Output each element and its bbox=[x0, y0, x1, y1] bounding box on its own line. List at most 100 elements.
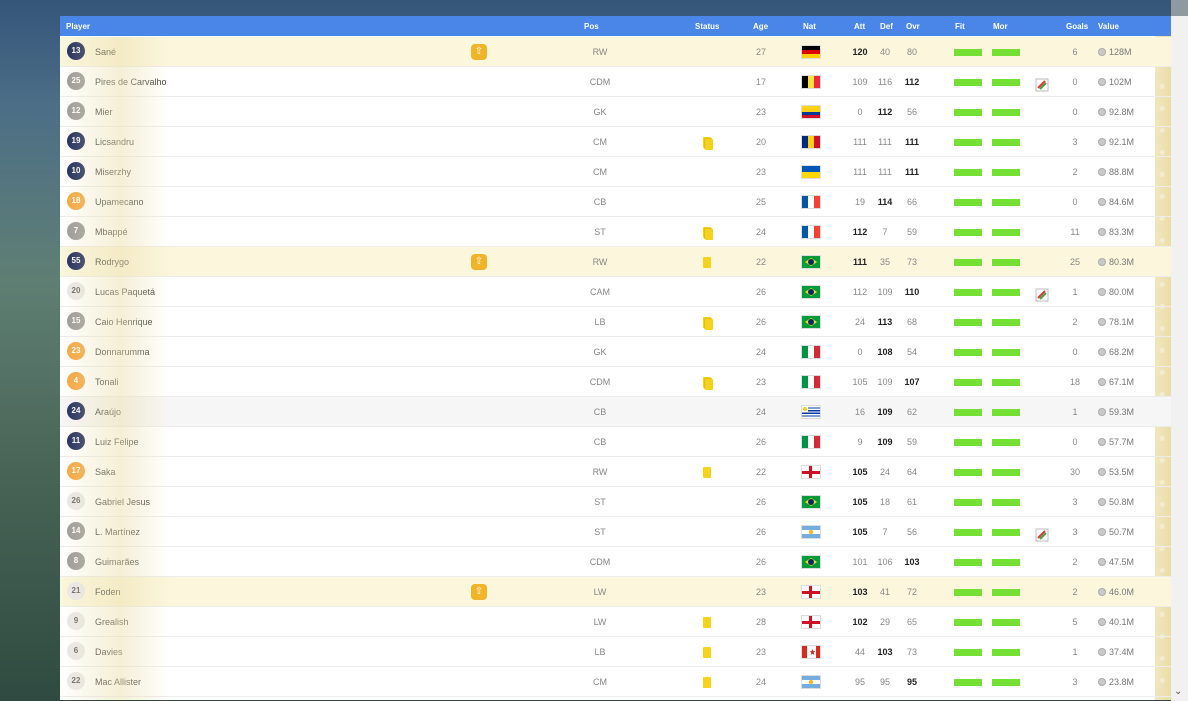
header-value[interactable]: Value bbox=[1098, 22, 1119, 31]
transfer-icon[interactable] bbox=[1035, 74, 1049, 92]
table-row[interactable]: 23 Donnarumma GK 24 0 108 54 0 68.2M bbox=[60, 337, 1171, 367]
player-name[interactable]: Licsandru bbox=[95, 127, 134, 157]
player-name[interactable]: Miserzhy bbox=[95, 157, 131, 187]
player-att: 105 bbox=[852, 377, 868, 387]
shield-up-icon[interactable]: ⇧ bbox=[471, 44, 487, 60]
table-row[interactable]: 20 Lucas Paquetá CAM 26 112 109 110 1 80.0M bbox=[60, 277, 1171, 307]
player-def: 95 bbox=[879, 677, 890, 687]
player-name[interactable]: Davies bbox=[95, 637, 123, 667]
player-name[interactable]: Saka bbox=[95, 457, 116, 487]
shirt-number: 25 bbox=[67, 72, 85, 90]
player-age: 17 bbox=[755, 77, 766, 87]
player-status bbox=[693, 277, 723, 307]
player-name[interactable]: Luiz Felipe bbox=[95, 427, 139, 457]
fitness-bar bbox=[954, 379, 982, 386]
nationality-flag-icon bbox=[801, 555, 821, 569]
table-row[interactable]: 55 Rodrygo ⇧ RW 22 111 35 73 25 80.3M bbox=[60, 247, 1171, 277]
player-value: 47.5M bbox=[1098, 547, 1134, 577]
table-row[interactable]: 4 Tonali CDM 23 105 109 107 18 67.1M bbox=[60, 367, 1171, 397]
player-name[interactable]: Araújo bbox=[95, 397, 121, 427]
player-name[interactable]: Pires de Carvalho bbox=[95, 67, 167, 97]
player-name[interactable]: Mbappé bbox=[95, 217, 128, 247]
scrollbar[interactable] bbox=[1171, 16, 1188, 701]
transfer-icon[interactable] bbox=[1035, 524, 1049, 542]
table-row[interactable]: 9 Grealish LW 28 102 29 65 5 40.1M bbox=[60, 607, 1171, 637]
chevron-down-icon[interactable]: ⌄ bbox=[1174, 686, 1182, 697]
yellow-cards-icon bbox=[703, 317, 713, 330]
table-row[interactable]: 12 Mier GK 23 0 112 56 0 92.8M bbox=[60, 97, 1171, 127]
player-name[interactable]: Grealish bbox=[95, 607, 129, 637]
player-list: 13 Sané ⇧ RW 27 120 40 80 6 128M 25 Pires de Carval… bbox=[60, 37, 1171, 697]
player-name[interactable]: Rodrygo bbox=[95, 247, 129, 277]
player-goals: 0 bbox=[1072, 197, 1078, 207]
header-att[interactable]: Att bbox=[854, 22, 865, 31]
value-text: 47.5M bbox=[1109, 557, 1135, 567]
value-text: 46.0M bbox=[1109, 587, 1135, 597]
morale-bar bbox=[992, 259, 1020, 266]
player-value: 128M bbox=[1098, 37, 1132, 67]
nationality-flag-icon bbox=[801, 615, 821, 629]
coin-icon bbox=[1098, 438, 1106, 446]
table-row[interactable]: 13 Sané ⇧ RW 27 120 40 80 6 128M bbox=[60, 37, 1171, 67]
shirt-number: 4 bbox=[67, 372, 85, 390]
player-name[interactable]: Mier bbox=[95, 97, 113, 127]
player-goals: 3 bbox=[1072, 527, 1078, 537]
header-age[interactable]: Age bbox=[753, 22, 768, 31]
header-ovr[interactable]: Ovr bbox=[906, 22, 920, 31]
table-row[interactable]: 11 Luiz Felipe CB 26 9 109 59 0 57.7M bbox=[60, 427, 1171, 457]
player-name[interactable]: Guimarães bbox=[95, 547, 139, 577]
player-ovr: 66 bbox=[906, 197, 917, 207]
value-text: 80.3M bbox=[1109, 257, 1135, 267]
header-fit[interactable]: Fit bbox=[955, 22, 965, 31]
player-name[interactable]: L. Martínez bbox=[95, 517, 140, 547]
table-row[interactable]: 24 Araújo CB 24 16 109 62 1 59.3M bbox=[60, 397, 1171, 427]
morale-bar bbox=[992, 409, 1020, 416]
transfer-icon[interactable] bbox=[1035, 284, 1049, 302]
header-status[interactable]: Status bbox=[695, 22, 719, 31]
player-age: 26 bbox=[755, 437, 766, 447]
header-def[interactable]: Def bbox=[880, 22, 893, 31]
player-status bbox=[693, 307, 723, 337]
player-name[interactable]: Foden bbox=[95, 577, 121, 607]
coin-icon bbox=[1098, 408, 1106, 416]
player-position: ST bbox=[594, 527, 606, 537]
table-row[interactable]: 25 Pires de Carvalho CDM 17 109 116 112 0 102M bbox=[60, 67, 1171, 97]
shield-up-icon[interactable]: ⇧ bbox=[471, 584, 487, 600]
player-value: 37.4M bbox=[1098, 637, 1134, 667]
shield-up-icon[interactable]: ⇧ bbox=[471, 254, 487, 270]
player-position: RW bbox=[592, 257, 608, 267]
table-row[interactable]: 15 Caio Henrique LB 26 24 113 68 2 78.1M bbox=[60, 307, 1171, 337]
player-name[interactable]: Donnarumma bbox=[95, 337, 150, 367]
morale-bar bbox=[992, 169, 1020, 176]
table-row[interactable]: 7 Mbappé ST 24 112 7 59 11 83.3M bbox=[60, 217, 1171, 247]
player-status bbox=[693, 637, 723, 667]
shirt-number: 26 bbox=[67, 492, 85, 510]
header-goals[interactable]: Goals bbox=[1066, 22, 1088, 31]
player-att: 111 bbox=[852, 257, 868, 267]
player-name[interactable]: Tonali bbox=[95, 367, 119, 397]
table-row[interactable]: 10 Miserzhy CM 23 111 111 111 2 88.8M bbox=[60, 157, 1171, 187]
player-ovr: 56 bbox=[906, 527, 917, 537]
value-text: 50.7M bbox=[1109, 527, 1135, 537]
table-row[interactable]: 26 Gabriel Jesus ST 26 105 18 61 3 50.8M bbox=[60, 487, 1171, 517]
player-name[interactable]: Gabriel Jesus bbox=[95, 487, 150, 517]
header-mor[interactable]: Mor bbox=[993, 22, 1008, 31]
player-name[interactable]: Mac Allister bbox=[95, 667, 141, 697]
table-row[interactable]: 6 Davies LB 23 44 103 73 1 37.4M bbox=[60, 637, 1171, 667]
table-row[interactable]: 21 Foden ⇧ LW 23 103 41 72 2 46.0M bbox=[60, 577, 1171, 607]
table-row[interactable]: 17 Saka RW 22 105 24 64 30 53.5M bbox=[60, 457, 1171, 487]
player-name[interactable]: Upamecano bbox=[95, 187, 144, 217]
player-goals: 6 bbox=[1072, 47, 1078, 57]
table-row[interactable]: 8 Guimarães CDM 26 101 106 103 2 47.5M bbox=[60, 547, 1171, 577]
table-row[interactable]: 22 Mac Allister CM 24 95 95 95 3 23.8M bbox=[60, 667, 1171, 697]
table-row[interactable]: 18 Upamecano CB 25 19 114 66 0 84.6M bbox=[60, 187, 1171, 217]
player-name[interactable]: Caio Henrique bbox=[95, 307, 153, 337]
header-player[interactable]: Player bbox=[66, 22, 90, 31]
header-nat[interactable]: Nat bbox=[803, 22, 816, 31]
yellow-card-icon bbox=[703, 647, 711, 658]
player-name[interactable]: Lucas Paquetá bbox=[95, 277, 155, 307]
header-pos[interactable]: Pos bbox=[584, 22, 599, 31]
player-name[interactable]: Sané bbox=[95, 37, 116, 67]
table-row[interactable]: 14 L. Martínez ST 26 105 7 56 3 50.7M bbox=[60, 517, 1171, 547]
table-row[interactable]: 19 Licsandru CM 20 111 111 111 3 92.1M bbox=[60, 127, 1171, 157]
